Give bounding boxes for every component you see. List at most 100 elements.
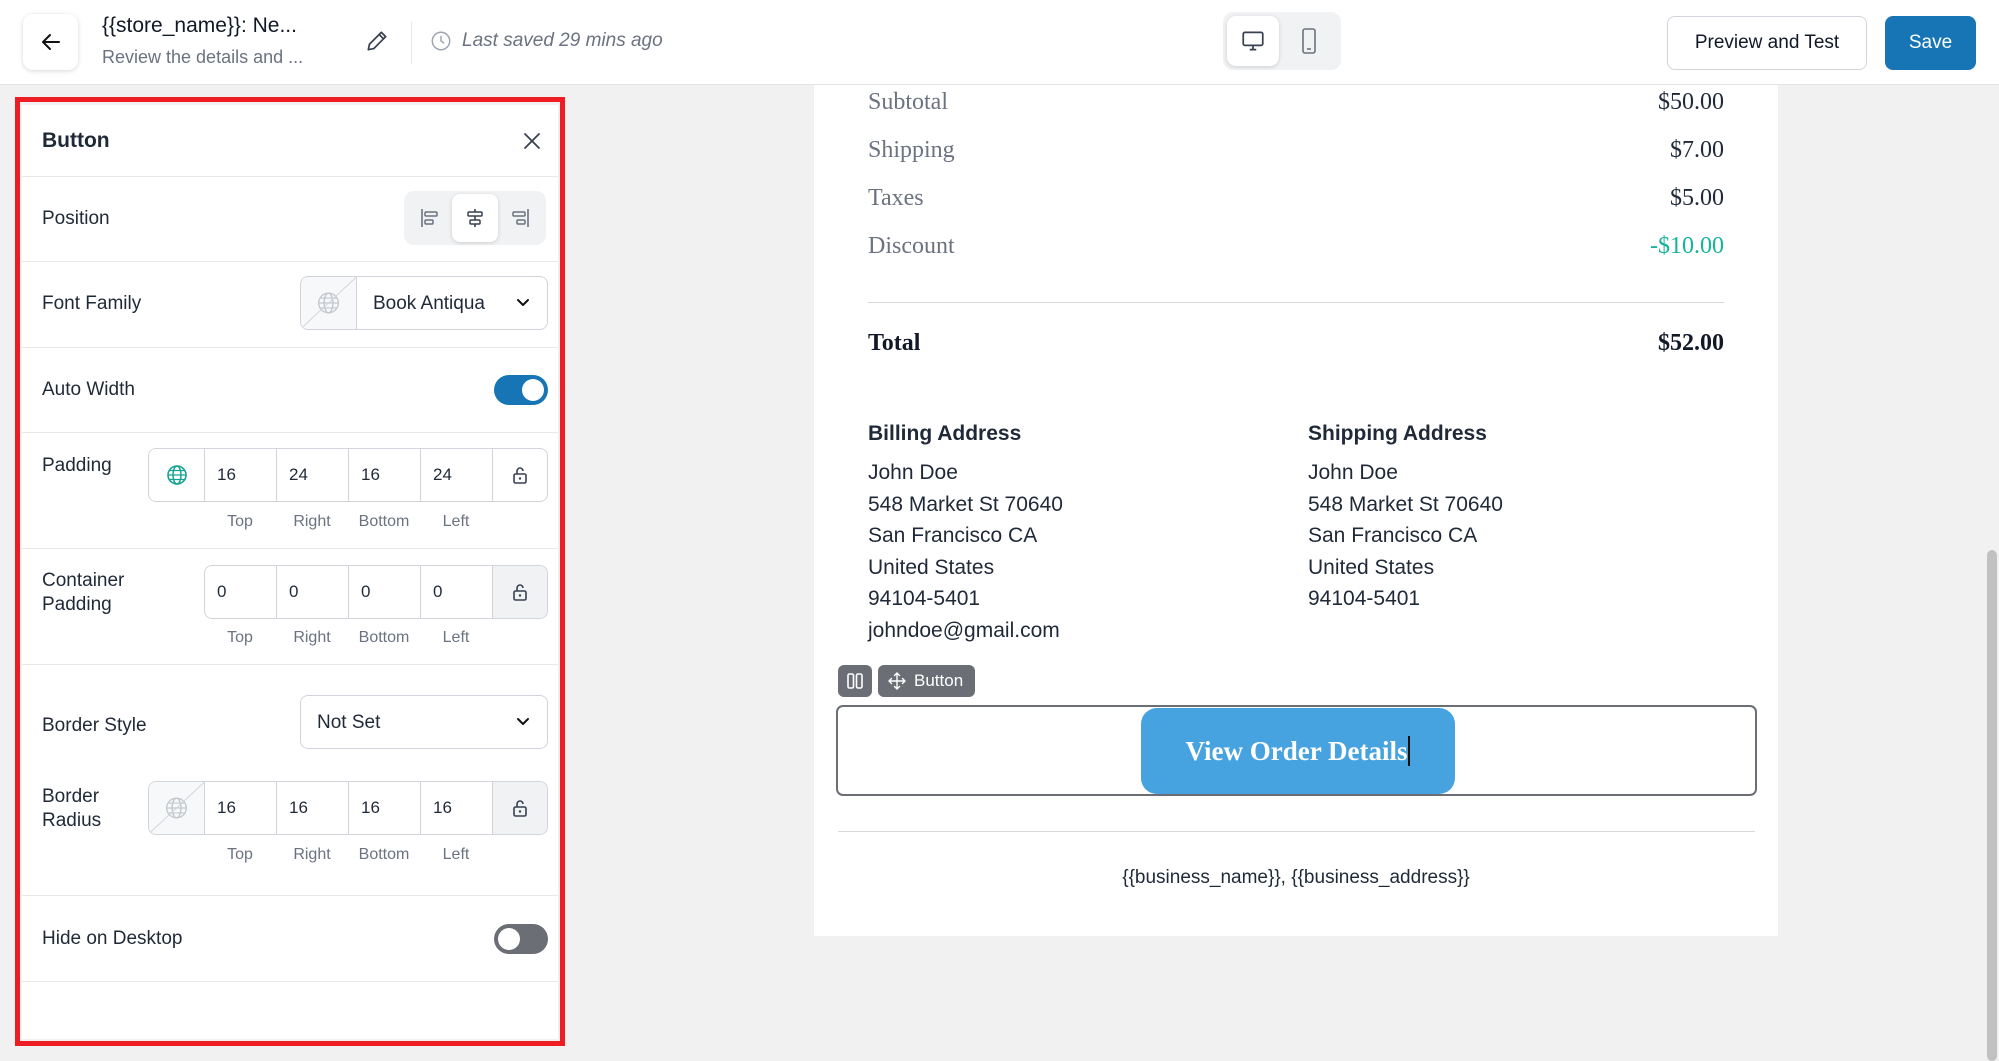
button-block[interactable]: View Order Details bbox=[836, 705, 1757, 796]
preview-and-test-button[interactable]: Preview and Test bbox=[1667, 16, 1867, 70]
responsive-padding-toggle[interactable] bbox=[149, 449, 205, 501]
radius-lock-button[interactable] bbox=[493, 782, 547, 834]
container-padding-side-labels: Top Right Bottom Left bbox=[204, 629, 492, 647]
container-padding-label-line1: Container bbox=[42, 570, 125, 591]
template-title-block: {{store_name}}: Ne... Review the details… bbox=[102, 14, 303, 68]
unlock-icon bbox=[513, 800, 527, 817]
address-line: San Francisco CA bbox=[1308, 524, 1478, 548]
summary-divider bbox=[868, 302, 1724, 303]
font-family-value: Book Antiqua bbox=[373, 293, 485, 314]
padding-top-input[interactable]: 16 bbox=[205, 449, 277, 501]
clock-icon bbox=[431, 31, 451, 51]
summary-label: Discount bbox=[868, 233, 955, 259]
panel-header: Button bbox=[22, 105, 558, 177]
container-padding-label-line2: Padding bbox=[42, 594, 112, 615]
footer-business-info: {{business_name}}, {{business_address}} bbox=[1122, 867, 1470, 888]
summary-amount: $5.00 bbox=[1670, 185, 1724, 211]
chevron-down-icon bbox=[517, 718, 529, 725]
drag-block-handle[interactable]: Button bbox=[878, 665, 976, 697]
padding-left-input[interactable]: 24 bbox=[421, 449, 493, 501]
address-line: San Francisco CA bbox=[868, 524, 1038, 548]
left-label: Left bbox=[442, 846, 470, 863]
right-label: Right bbox=[293, 513, 331, 530]
address-line: John Doe bbox=[1308, 461, 1398, 484]
footer-divider bbox=[838, 831, 1755, 832]
radius-right-input[interactable]: 16 bbox=[277, 782, 349, 834]
font-family-row: Font Family Book Antiqua bbox=[22, 262, 558, 348]
radius-top-input[interactable]: 16 bbox=[205, 782, 277, 834]
web-font-toggle[interactable] bbox=[301, 277, 357, 329]
unlock-icon bbox=[513, 467, 527, 484]
close-panel-button[interactable] bbox=[522, 131, 542, 156]
right-label: Right bbox=[293, 846, 331, 863]
shipping-heading: Shipping Address bbox=[1308, 422, 1487, 445]
shipping-address: Shipping Address John Doe 548 Market St … bbox=[1308, 420, 1503, 615]
globe-disabled-icon bbox=[149, 782, 204, 834]
align-left-icon bbox=[421, 209, 438, 227]
move-icon bbox=[888, 672, 906, 690]
position-selector bbox=[404, 191, 546, 245]
border-radius-inputs: 16 16 16 16 bbox=[148, 781, 548, 835]
edit-title-button[interactable] bbox=[364, 28, 390, 59]
close-icon bbox=[524, 133, 540, 149]
bottom-label: Bottom bbox=[358, 513, 410, 530]
save-button[interactable]: Save bbox=[1885, 16, 1976, 70]
toggle-knob bbox=[522, 379, 544, 401]
align-center-icon bbox=[467, 209, 483, 227]
padding-label: Padding bbox=[42, 455, 112, 476]
total-label: Total bbox=[868, 330, 921, 356]
view-order-details-button[interactable]: View Order Details bbox=[1141, 708, 1455, 794]
back-button[interactable] bbox=[23, 14, 78, 70]
container-padding-bottom-input[interactable]: 0 bbox=[349, 566, 421, 618]
responsive-radius-toggle[interactable] bbox=[149, 782, 205, 834]
address-line: John Doe bbox=[868, 461, 958, 484]
device-toggle bbox=[1223, 12, 1341, 70]
font-family-select[interactable]: Book Antiqua bbox=[300, 276, 548, 330]
border-radius-label: Border Radius bbox=[42, 785, 101, 833]
align-right-button[interactable] bbox=[497, 194, 543, 242]
address-line: 94104-5401 bbox=[868, 587, 981, 611]
summary-label: Taxes bbox=[868, 185, 924, 211]
auto-width-toggle[interactable] bbox=[494, 375, 548, 405]
container-padding-lock-button[interactable] bbox=[493, 566, 547, 618]
padding-side-labels: Top Right Bottom Left bbox=[204, 513, 492, 531]
arrow-left-icon bbox=[41, 34, 60, 50]
summary-amount: $7.00 bbox=[1670, 137, 1724, 163]
top-label: Top bbox=[227, 629, 253, 646]
align-center-button[interactable] bbox=[452, 194, 498, 242]
align-left-button[interactable] bbox=[407, 194, 453, 242]
hide-on-desktop-toggle[interactable] bbox=[494, 924, 548, 954]
position-row: Position bbox=[22, 177, 558, 262]
summary-amount: -$10.00 bbox=[1650, 233, 1724, 259]
top-label: Top bbox=[227, 846, 253, 863]
radius-bottom-input[interactable]: 16 bbox=[349, 782, 421, 834]
container-padding-left-input[interactable]: 0 bbox=[421, 566, 493, 618]
column-layout-button[interactable] bbox=[838, 665, 872, 697]
total-row: Total $52.00 bbox=[868, 330, 1724, 357]
padding-right-input[interactable]: 24 bbox=[277, 449, 349, 501]
button-settings-panel: Button Position Font Family Book Antiqua bbox=[22, 105, 558, 1039]
border-radius-label-line1: Border bbox=[42, 786, 100, 807]
canvas-scrollbar[interactable] bbox=[1987, 550, 1997, 1061]
save-status: Last saved 29 mins ago bbox=[430, 30, 663, 52]
left-label: Left bbox=[442, 629, 470, 646]
container-padding-top-input[interactable]: 0 bbox=[205, 566, 277, 618]
billing-heading: Billing Address bbox=[868, 422, 1022, 445]
container-padding-right-input[interactable]: 0 bbox=[277, 566, 349, 618]
desktop-view-button[interactable] bbox=[1227, 16, 1279, 66]
radius-left-input[interactable]: 16 bbox=[421, 782, 493, 834]
border-style-value: Not Set bbox=[317, 712, 381, 733]
pencil-icon bbox=[367, 31, 387, 51]
container-padding-inputs: 0 0 0 0 bbox=[204, 565, 548, 619]
mobile-view-button[interactable] bbox=[1283, 16, 1335, 66]
border-style-select[interactable]: Not Set bbox=[300, 695, 548, 749]
container-padding-row: Container Padding 0 0 0 0 Top Right Bott… bbox=[22, 549, 558, 665]
text-cursor bbox=[1408, 736, 1411, 766]
padding-lock-button[interactable] bbox=[493, 449, 547, 501]
cta-text[interactable]: View Order Details bbox=[1186, 736, 1408, 767]
padding-bottom-input[interactable]: 16 bbox=[349, 449, 421, 501]
border-style-label: Border Style bbox=[42, 715, 147, 736]
align-right-icon bbox=[512, 209, 529, 227]
divider bbox=[411, 22, 412, 64]
template-title[interactable]: {{store_name}}: Ne... bbox=[102, 14, 303, 38]
